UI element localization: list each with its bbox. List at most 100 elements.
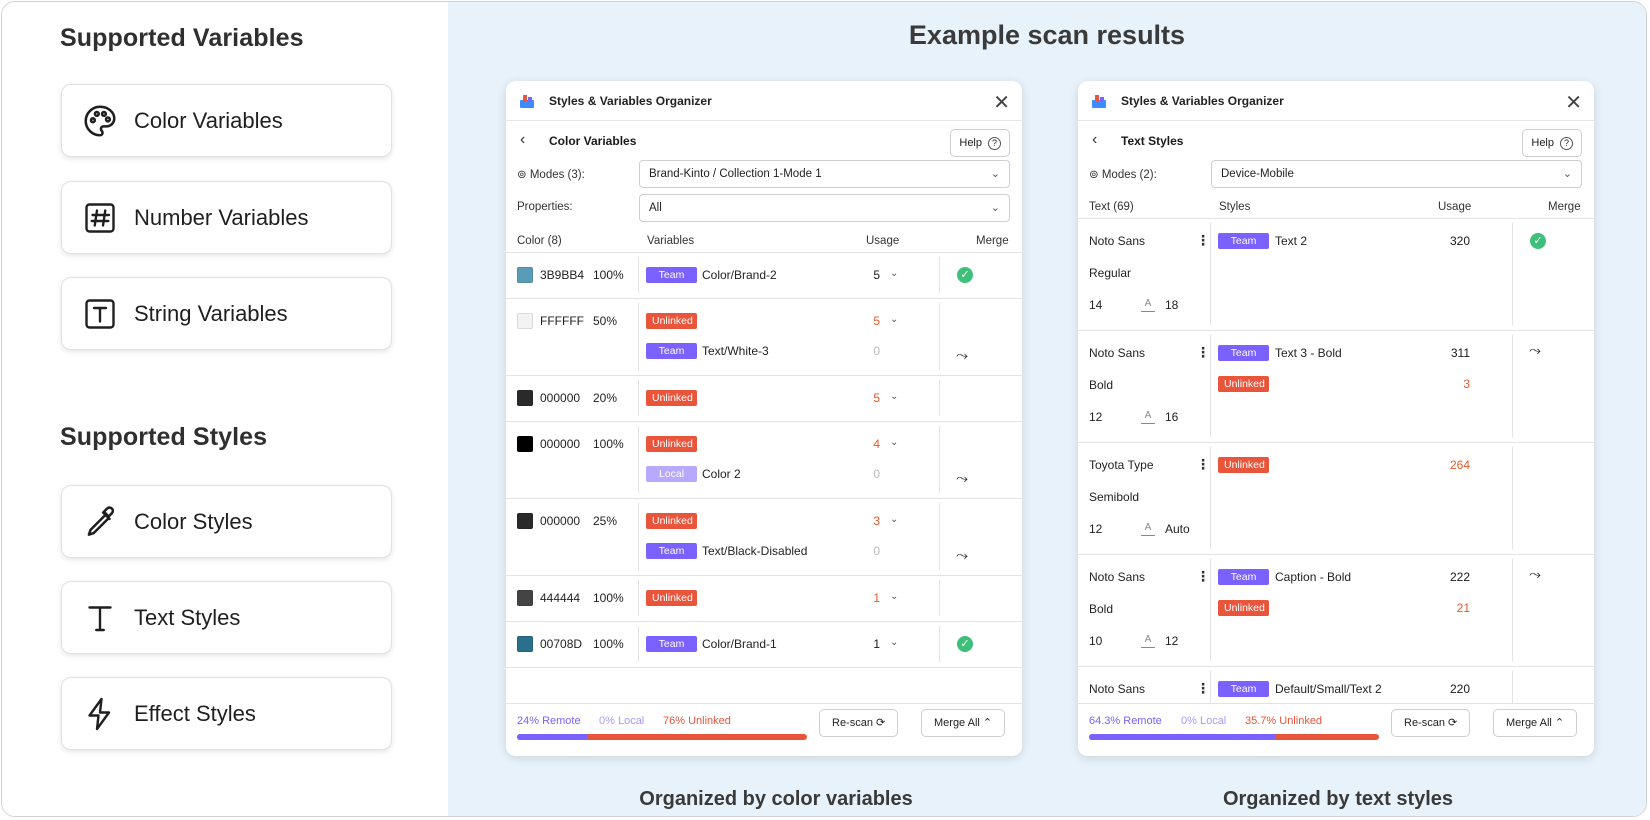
rescan-button[interactable]: Re-scan ⟳ — [819, 709, 899, 737]
font-family-name: Noto Sans — [1089, 570, 1146, 584]
chevron-down-icon[interactable]: ⌄ — [890, 314, 898, 325]
more-options-icon[interactable]: ⋮ — [1196, 344, 1210, 361]
chevron-down-icon[interactable]: ⌄ — [890, 514, 898, 525]
help-button[interactable]: Help? — [950, 129, 1010, 157]
more-options-icon[interactable]: ⋮ — [1196, 680, 1210, 697]
column-divider — [638, 580, 639, 616]
column-divider — [939, 380, 940, 416]
variable-name: Color/Brand-2 — [702, 268, 777, 282]
source-badge: Team — [1218, 345, 1269, 361]
modes-label: ⊚ Modes (3): — [517, 169, 585, 181]
font-weight-name: Bold — [1089, 378, 1114, 392]
properties-select[interactable]: All ⌄ — [639, 194, 1010, 222]
column-divider — [1210, 447, 1211, 549]
help-label: Help — [959, 137, 982, 149]
source-badge: Team — [646, 636, 697, 652]
unlinked-stat: 35.7% Unlinked — [1245, 715, 1323, 727]
merge-icon[interactable]: ⤳ — [1529, 566, 1541, 583]
row-divider — [1078, 554, 1594, 555]
modes-label: ⊚ Modes (2): — [1089, 169, 1157, 181]
color-swatch — [517, 390, 533, 406]
back-icon[interactable]: ‹ — [520, 131, 525, 149]
modes-label-text: Modes (3): — [529, 169, 585, 181]
close-icon[interactable]: ✕ — [993, 90, 1010, 115]
chevron-down-icon[interactable]: ⌄ — [890, 591, 898, 602]
string-variables-label: String Variables — [134, 300, 288, 326]
color-opacity: 100% — [593, 268, 624, 282]
color-opacity: 25% — [593, 514, 618, 528]
rescan-label: Re-scan — [832, 717, 873, 729]
color-hex: 3B9BB4 — [540, 268, 585, 282]
modes-value: Device-Mobile — [1221, 168, 1294, 180]
rescan-button[interactable]: Re-scan ⟳ — [1391, 709, 1471, 737]
color-variables-card: Color Variables — [61, 84, 392, 157]
number-variables-card: Number Variables — [61, 181, 392, 254]
row-divider — [506, 575, 1022, 576]
merge-icon[interactable]: ⤳ — [956, 547, 968, 564]
merge-all-button[interactable]: Merge All ⌃ — [1493, 709, 1578, 737]
back-icon[interactable]: ‹ — [1092, 131, 1097, 149]
panel-header: Styles & Variables Organizer ✕ — [1078, 81, 1594, 121]
font-family-name: Toyota Type — [1089, 458, 1154, 472]
usage-count: 3 — [1463, 377, 1470, 391]
properties-label: Properties: — [517, 201, 573, 213]
color-styles-card: Color Styles — [61, 485, 392, 558]
row-divider — [506, 667, 1022, 668]
text-panel-caption: Organized by text styles — [1222, 788, 1454, 810]
column-header-text: Text (69) — [1089, 201, 1134, 213]
frame: Supported Variables Color Variables Numb… — [1, 1, 1647, 817]
panel-app-title: Styles & Variables Organizer — [1121, 94, 1284, 108]
source-badge: Unlinked — [646, 390, 697, 406]
usage-count: 5 — [873, 391, 880, 405]
string-variables-card: String Variables — [61, 277, 392, 350]
help-button[interactable]: Help? — [1522, 129, 1582, 157]
remote-fill — [517, 734, 587, 740]
modes-select[interactable]: Device-Mobile ⌄ — [1211, 160, 1582, 188]
merge-icon[interactable]: ⤳ — [1529, 342, 1541, 359]
column-divider — [1512, 223, 1513, 325]
local-stat: 0% Local — [599, 715, 645, 727]
color-opacity: 100% — [593, 591, 624, 605]
merge-all-button[interactable]: Merge All ⌃ — [921, 709, 1006, 737]
source-badge: Local — [646, 466, 697, 482]
line-height-icon: A — [1141, 634, 1155, 648]
merge-icon[interactable]: ⤳ — [956, 470, 968, 487]
modes-label-text: Modes (2): — [1101, 169, 1157, 181]
merged-check-icon: ✓ — [957, 267, 973, 283]
line-height-icon: A — [1141, 522, 1155, 536]
source-badge: Unlinked — [1218, 457, 1269, 473]
chevron-down-icon[interactable]: ⌄ — [890, 437, 898, 448]
properties-value: All — [649, 202, 662, 214]
more-options-icon[interactable]: ⋮ — [1196, 232, 1210, 249]
font-size-value: 10 — [1089, 634, 1103, 648]
chevron-up-icon: ⌃ — [982, 717, 993, 729]
modes-select[interactable]: Brand-Kinto / Collection 1-Mode 1 ⌄ — [639, 160, 1010, 188]
chevron-down-icon: ⌄ — [990, 202, 1000, 214]
row-divider — [506, 252, 1022, 253]
more-options-icon[interactable]: ⋮ — [1196, 568, 1210, 585]
column-divider — [1210, 223, 1211, 325]
chevron-down-icon[interactable]: ⌄ — [890, 637, 898, 648]
style-name: Text 2 — [1275, 234, 1308, 248]
merge-icon[interactable]: ⤳ — [956, 347, 968, 364]
chevron-down-icon[interactable]: ⌄ — [890, 391, 898, 402]
more-options-icon[interactable]: ⋮ — [1196, 456, 1210, 473]
font-size-value: 12 — [1089, 522, 1103, 536]
column-divider — [1512, 559, 1513, 661]
style-name: Default/Small/Text 2 — [1275, 682, 1382, 696]
font-weight-name: Semibold — [1089, 490, 1140, 504]
usage-count: 311 — [1450, 346, 1470, 360]
row-divider — [1078, 666, 1594, 667]
column-divider — [1210, 335, 1211, 437]
unlinked-stat: 76% Unlinked — [663, 715, 731, 727]
variable-name: Text/White-3 — [702, 344, 769, 358]
chevron-down-icon: ⌄ — [1562, 168, 1572, 180]
color-opacity: 20% — [593, 391, 618, 405]
panel-footer: 64.3% Remote 0% Local 35.7% Unlinked Re-… — [1078, 703, 1594, 756]
chevron-down-icon[interactable]: ⌄ — [890, 268, 898, 279]
color-hex: 000000 — [540, 514, 581, 528]
color-swatch — [517, 513, 533, 529]
color-swatch — [517, 436, 533, 452]
close-icon[interactable]: ✕ — [1565, 90, 1582, 115]
usage-count: 320 — [1449, 234, 1470, 248]
